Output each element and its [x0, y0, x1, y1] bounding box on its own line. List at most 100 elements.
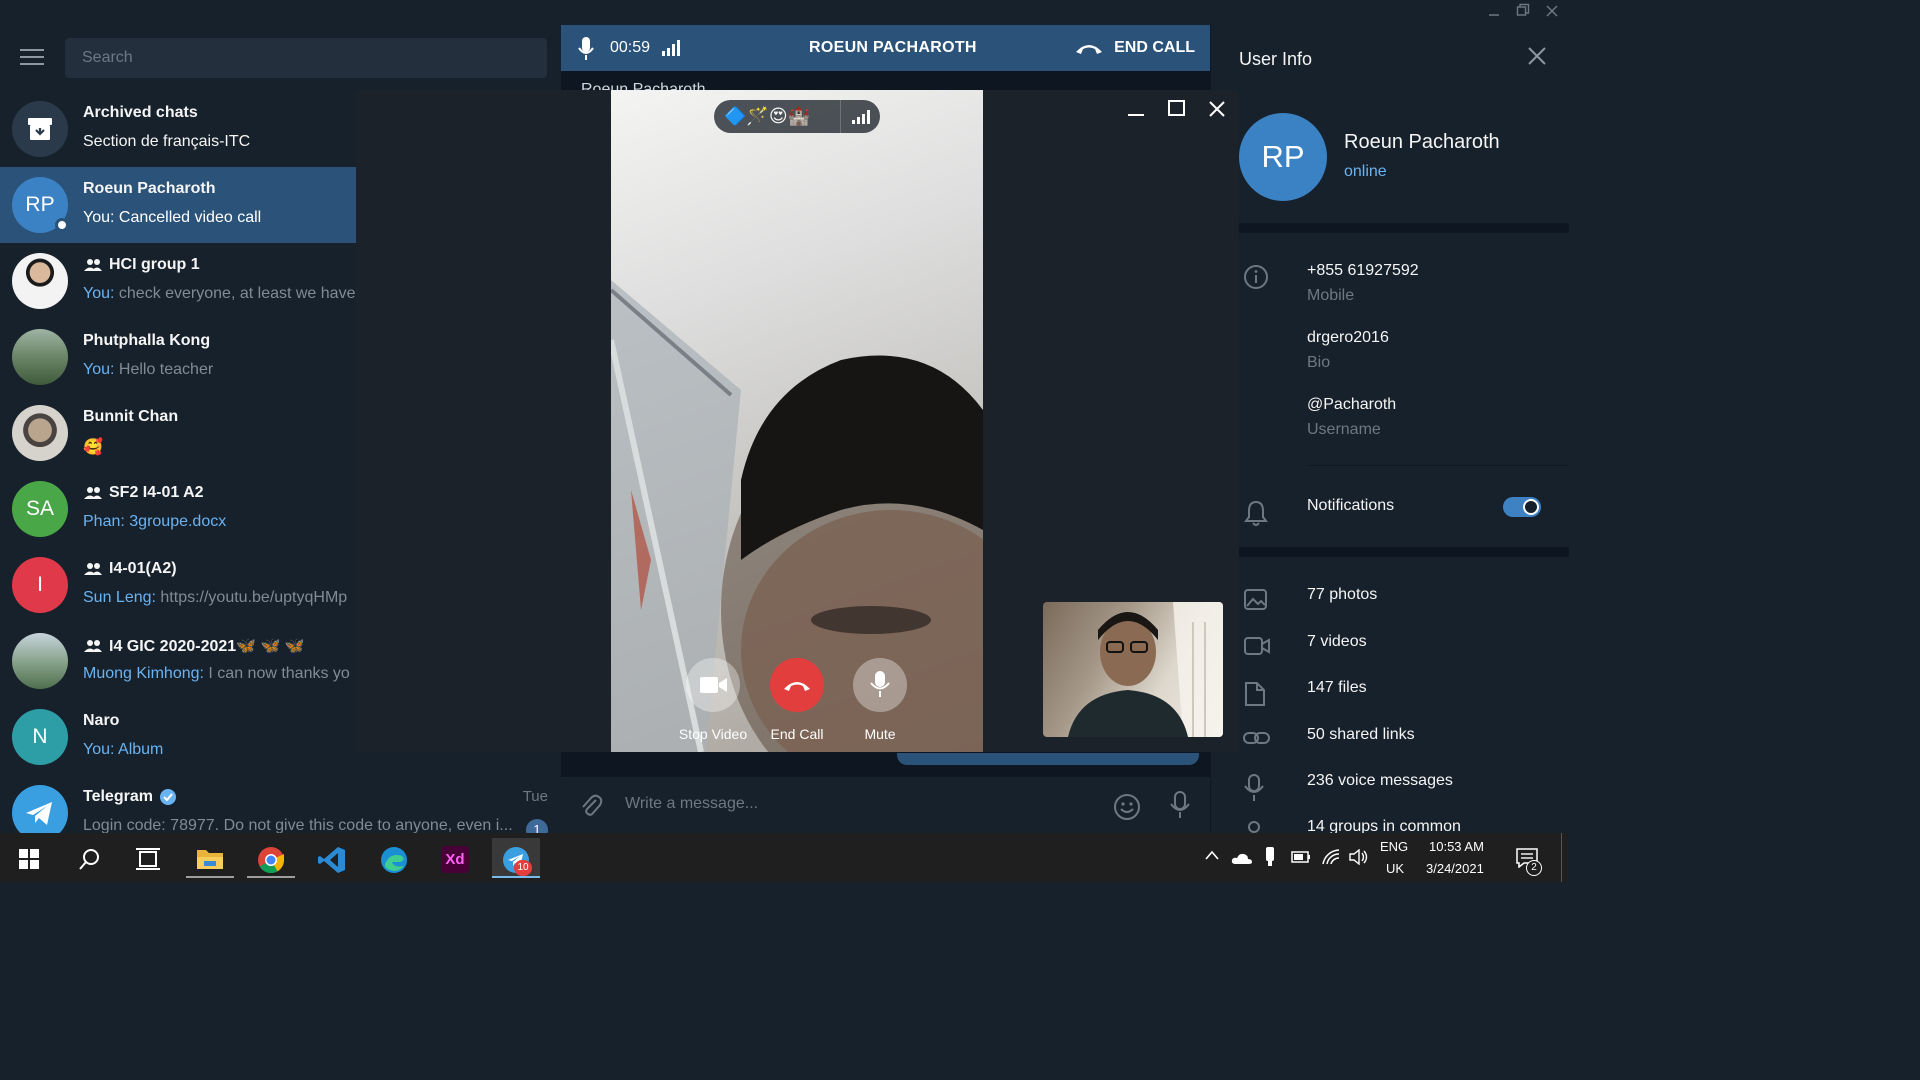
attach-icon[interactable] — [579, 793, 603, 819]
chat-preview: You: Hello teacher — [83, 361, 214, 378]
window-titlebar — [0, 0, 1568, 25]
bell-icon — [1244, 500, 1268, 526]
chat-item-roeun-pacharoth[interactable]: RP Roeun Pacharoth You: Cancelled video … — [0, 167, 356, 243]
close-icon[interactable] — [1528, 47, 1546, 65]
battery-icon[interactable] — [1291, 851, 1311, 863]
voice-message-icon[interactable] — [1170, 791, 1190, 819]
notifications-toggle[interactable] — [1503, 497, 1541, 517]
action-center-button[interactable]: 2 — [1514, 833, 1544, 882]
remote-video-frame — [611, 280, 983, 752]
minimize-icon — [1489, 14, 1499, 16]
taskbar-telegram[interactable]: 10 — [492, 838, 540, 878]
task-view-icon — [136, 848, 160, 870]
maximize-call-button[interactable] — [1161, 98, 1191, 120]
restore-icon — [1516, 3, 1530, 16]
chat-item-i4-gic[interactable]: I4 GIC 2020-2021🦋 🦋 🦋 Muong Kimhong: I c… — [0, 623, 356, 699]
taskbar-edge[interactable] — [370, 838, 418, 878]
mute-button[interactable] — [853, 658, 907, 712]
divider — [1239, 547, 1569, 557]
vscode-icon — [318, 847, 345, 873]
profile-status: online — [1344, 163, 1387, 180]
mute-label: Mute — [864, 726, 896, 742]
minimize-call-button[interactable] — [1121, 98, 1151, 120]
encryption-emojis: 🔷🪄😍🏰 — [724, 106, 811, 126]
usb-device-icon[interactable] — [1264, 847, 1276, 867]
chat-item-naro[interactable]: N Naro You: Album — [0, 699, 356, 775]
hamburger-menu-icon[interactable] — [20, 49, 44, 67]
message-bubble — [897, 753, 1199, 765]
username-label: Username — [1307, 421, 1381, 438]
video-camera-icon — [700, 677, 727, 693]
online-indicator — [55, 218, 69, 232]
chat-item-i4-01-a2[interactable]: I I4-01(A2) Sun Leng: https://youtu.be/u… — [0, 547, 356, 623]
taskbar-chrome[interactable] — [247, 838, 295, 878]
chat-preview: Sun Leng: https://youtu.be/uptyqHMp — [83, 589, 348, 606]
chat-name: SF2 I4-01 A2 — [83, 484, 204, 502]
user-icon — [1248, 821, 1260, 833]
minimize-window-button[interactable] — [1483, 2, 1505, 22]
avatar — [12, 405, 68, 461]
close-icon — [1209, 101, 1225, 117]
microphone-icon[interactable] — [577, 37, 595, 61]
taskbar-vscode[interactable] — [308, 838, 356, 878]
chat-name: HCI group 1 — [83, 256, 200, 274]
emoji-icon[interactable] — [1113, 793, 1141, 821]
encryption-emoji-bar[interactable]: 🔷🪄😍🏰 — [714, 100, 880, 133]
message-input[interactable]: Write a message... — [625, 795, 758, 813]
divider — [1307, 465, 1569, 466]
active-call-bar[interactable]: 00:59 ROEUN PACHAROTH END CALL — [561, 25, 1210, 71]
chat-item-telegram[interactable]: Telegram Login code: 78977. Do not give … — [0, 775, 560, 833]
profile-avatar[interactable]: RP — [1239, 113, 1327, 201]
stop-video-button[interactable] — [686, 658, 740, 712]
close-call-button[interactable] — [1202, 98, 1232, 120]
bio-value: drgero2016 — [1307, 329, 1389, 346]
media-voice-label: 236 voice messages — [1307, 772, 1453, 789]
taskbar-search-button[interactable] — [65, 838, 113, 878]
search-input[interactable]: Search — [65, 38, 547, 78]
chat-name: Naro — [83, 712, 120, 729]
microphone-icon — [870, 671, 890, 697]
self-video-frame — [1068, 602, 1223, 737]
end-call-round-button[interactable] — [770, 658, 824, 712]
close-window-button[interactable] — [1541, 2, 1563, 22]
adobe-xd-icon: Xd — [441, 846, 469, 873]
chat-item-phutphalla-kong[interactable]: Phutphalla Kong You: Hello teacher — [0, 319, 356, 395]
signal-cell — [840, 100, 880, 133]
hang-up-icon — [1076, 45, 1103, 54]
chat-name: I4-01(A2) — [83, 560, 177, 578]
onedrive-icon[interactable] — [1231, 851, 1253, 865]
chat-item-hci-group-1[interactable]: HCI group 1 You: check everyone, at leas… — [0, 243, 356, 319]
self-video-preview[interactable] — [1043, 602, 1223, 737]
restore-window-button[interactable] — [1512, 2, 1534, 22]
chat-item-bunnit-chan[interactable]: Bunnit Chan 🥰 — [0, 395, 356, 471]
windows-taskbar: Xd 10 ENG UK 10:53 AM 3/24/2021 2 — [0, 833, 1568, 882]
maximize-icon — [1168, 100, 1185, 116]
video-call-window[interactable]: 🔷🪄😍🏰 Stop Video End Call Mute — [356, 90, 1238, 752]
minimize-icon — [1128, 114, 1144, 116]
username-value: @Pacharoth — [1307, 396, 1397, 413]
wifi-icon[interactable] — [1321, 849, 1341, 865]
input-language[interactable]: ENG UK — [1380, 833, 1410, 882]
chat-preview: You: check everyone, at least we have — [83, 285, 356, 302]
windows-logo-icon — [19, 849, 39, 869]
volume-icon[interactable] — [1349, 849, 1369, 865]
telegram-unread-badge: 10 — [514, 860, 532, 876]
clock[interactable]: 10:53 AM 3/24/2021 — [1424, 833, 1498, 882]
end-call-button[interactable]: END CALL — [1074, 39, 1195, 57]
show-desktop-button[interactable] — [1561, 833, 1568, 882]
taskbar-adobe-xd[interactable]: Xd — [431, 838, 479, 878]
chevron-up-icon[interactable] — [1205, 850, 1219, 860]
task-view-button[interactable] — [124, 838, 172, 878]
media-photos-label: 77 photos — [1307, 586, 1378, 603]
edge-icon — [381, 847, 407, 873]
chat-item-sf2-i4-01-a2[interactable]: SA SF2 I4-01 A2 Phan: 3groupe.docx — [0, 471, 356, 547]
chat-preview: Section de français-ITC — [83, 133, 251, 150]
clock-date: 3/24/2021 — [1426, 861, 1484, 876]
chat-item-archived[interactable]: Archived chats Section de français-ITC — [0, 91, 356, 167]
chat-name: Archived chats — [83, 104, 198, 121]
mic-icon — [1244, 774, 1264, 801]
start-button[interactable] — [5, 838, 53, 878]
notification-count: 2 — [1526, 860, 1542, 876]
taskbar-file-explorer[interactable] — [186, 838, 234, 878]
media-groups[interactable]: 14 groups in common — [1239, 818, 1569, 833]
